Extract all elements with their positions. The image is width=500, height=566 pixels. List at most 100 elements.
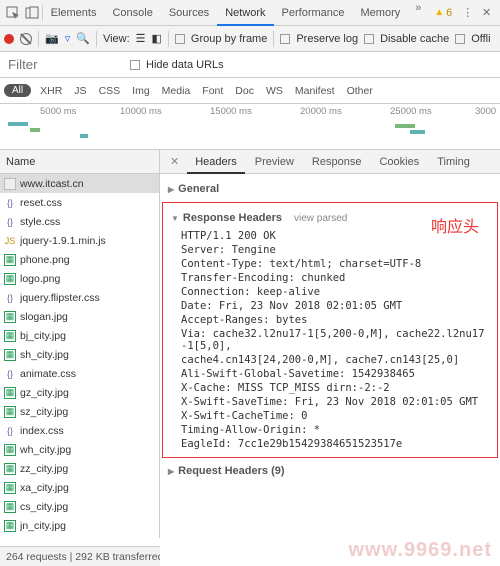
tab-network[interactable]: Network: [217, 0, 273, 26]
file-name: phone.png: [20, 254, 70, 266]
file-name: gz_city.jpg: [20, 387, 69, 399]
response-headers-highlight: 响应头 ▼Response Headersview parsed HTTP/1.…: [162, 202, 498, 458]
request-row[interactable]: JSjquery-1.9.1.min.js: [0, 231, 159, 250]
file-name: wh_city.jpg: [20, 444, 71, 456]
img-file-icon: ▦: [4, 463, 16, 475]
img-file-icon: ▦: [4, 444, 16, 456]
filter-js[interactable]: JS: [71, 85, 89, 97]
request-row[interactable]: ▦zz_city.jpg: [0, 459, 159, 478]
request-row[interactable]: ▦phone.png: [0, 250, 159, 269]
timeline-tick: 5000 ms: [40, 106, 76, 117]
request-list: www.itcast.cn{}reset.css{}style.cssJSjqu…: [0, 174, 159, 538]
view-parsed-link[interactable]: view parsed: [294, 213, 347, 224]
warnings-badge[interactable]: ▲6: [434, 7, 452, 19]
request-row[interactable]: {}index.css: [0, 421, 159, 440]
img-file-icon: ▦: [4, 311, 16, 323]
request-headers-section[interactable]: ▶Request Headers (9): [168, 463, 492, 479]
filter-img[interactable]: Img: [129, 85, 153, 97]
request-row[interactable]: ▦ gz_city.jpg: [0, 383, 159, 402]
request-row[interactable]: {}jquery.flipster.css: [0, 288, 159, 307]
img-file-icon: ▦: [4, 273, 16, 285]
name-header[interactable]: Name: [0, 150, 159, 174]
large-rows-icon[interactable]: ☰: [136, 32, 146, 45]
device-icon[interactable]: [25, 5, 40, 21]
header-line: EagleId: 7cc1e29b15429384651523517e: [163, 437, 497, 451]
request-row[interactable]: ▦cq_city.jpg: [0, 535, 159, 538]
request-row[interactable]: ▦cs_city.jpg: [0, 497, 159, 516]
tab-memory[interactable]: Memory: [353, 0, 409, 26]
tab-cookies[interactable]: Cookies: [371, 150, 427, 174]
timeline-tick: 15000 ms: [210, 106, 252, 117]
hide-data-urls-label: Hide data URLs: [146, 59, 224, 71]
request-row[interactable]: ▦jn_city.jpg: [0, 516, 159, 535]
name-column: Name www.itcast.cn{}reset.css{}style.css…: [0, 150, 160, 538]
css-file-icon: {}: [4, 368, 16, 380]
tab-performance[interactable]: Performance: [274, 0, 353, 26]
inspect-icon[interactable]: [6, 5, 21, 21]
tab-console[interactable]: Console: [104, 0, 160, 26]
request-row[interactable]: {}style.css: [0, 212, 159, 231]
filter-ws[interactable]: WS: [263, 85, 286, 97]
file-name: www.itcast.cn: [20, 178, 84, 190]
timeline-tick: 3000: [475, 106, 496, 117]
status-bar: 264 requests | 292 KB transferred...: [0, 546, 160, 566]
request-row[interactable]: www.itcast.cn: [0, 174, 159, 193]
hide-data-urls-checkbox[interactable]: [130, 60, 140, 70]
img-file-icon: ▦: [4, 330, 16, 342]
request-row[interactable]: {}animate.css: [0, 364, 159, 383]
tab-headers[interactable]: Headers: [187, 150, 245, 174]
search-icon[interactable]: 🔍: [76, 32, 90, 45]
close-icon[interactable]: ✕: [479, 5, 494, 21]
timeline-tick: 25000 ms: [390, 106, 432, 117]
tab-response[interactable]: Response: [304, 150, 370, 174]
disable-cache-checkbox[interactable]: [364, 34, 374, 44]
filter-css[interactable]: CSS: [96, 85, 124, 97]
filter-input[interactable]: [4, 55, 124, 75]
file-name: style.css: [20, 216, 60, 228]
record-icon[interactable]: [4, 34, 14, 44]
preserve-checkbox[interactable]: [280, 34, 290, 44]
header-line: X-Cache: MISS TCP_MISS dirn:-2:-2: [163, 381, 497, 395]
request-row[interactable]: ▦ wh_city.jpg: [0, 440, 159, 459]
tab-sources[interactable]: Sources: [161, 0, 217, 26]
request-row[interactable]: ▦ slogan.jpg: [0, 307, 159, 326]
filter-font[interactable]: Font: [199, 85, 226, 97]
css-file-icon: {}: [4, 292, 16, 304]
filter-doc[interactable]: Doc: [232, 85, 257, 97]
close-details-icon[interactable]: ✕: [164, 155, 185, 168]
header-line: Server: Tengine: [163, 243, 497, 257]
request-row[interactable]: ▦xa_city.jpg: [0, 478, 159, 497]
filter-manifest[interactable]: Manifest: [292, 85, 338, 97]
header-line: X-Swift-SaveTime: Fri, 23 Nov 2018 02:01…: [163, 395, 497, 409]
img-file-icon: ▦: [4, 387, 16, 399]
group-checkbox[interactable]: [175, 34, 185, 44]
file-name: sz_city.jpg: [20, 406, 68, 418]
timeline-overview[interactable]: 5000 ms 10000 ms 15000 ms 20000 ms 25000…: [0, 104, 500, 150]
network-toolbar: 📷 ▿ 🔍 View: ☰ ◧ Group by frame Preserve …: [0, 26, 500, 52]
header-line: Connection: keep-alive: [163, 285, 497, 299]
filter-other[interactable]: Other: [344, 85, 376, 97]
filter-all[interactable]: All: [4, 84, 31, 97]
file-name: slogan.jpg: [20, 311, 68, 323]
offline-checkbox[interactable]: [455, 34, 465, 44]
tab-elements[interactable]: Elements: [43, 0, 105, 26]
more-tabs-icon[interactable]: »: [410, 0, 426, 16]
tab-timing[interactable]: Timing: [429, 150, 478, 174]
devtools-tab-bar: Elements Console Sources Network Perform…: [0, 0, 500, 26]
request-row[interactable]: ▦sz_city.jpg: [0, 402, 159, 421]
request-row[interactable]: ▦bj_city.jpg: [0, 326, 159, 345]
settings-icon[interactable]: ⋮: [460, 5, 475, 21]
tab-preview[interactable]: Preview: [247, 150, 302, 174]
waterfall-icon[interactable]: ◧: [152, 32, 162, 45]
request-headers-label: Request Headers (9): [178, 465, 284, 477]
warning-count: 6: [446, 7, 452, 19]
filter-media[interactable]: Media: [159, 85, 194, 97]
request-row[interactable]: ▦logo.png: [0, 269, 159, 288]
clear-icon[interactable]: [20, 33, 32, 45]
general-section[interactable]: ▶General: [168, 181, 492, 197]
filter-icon[interactable]: ▿: [65, 32, 71, 45]
request-row[interactable]: {}reset.css: [0, 193, 159, 212]
request-row[interactable]: ▦sh_city.jpg: [0, 345, 159, 364]
filter-xhr[interactable]: XHR: [37, 85, 65, 97]
camera-icon[interactable]: 📷: [45, 32, 59, 45]
